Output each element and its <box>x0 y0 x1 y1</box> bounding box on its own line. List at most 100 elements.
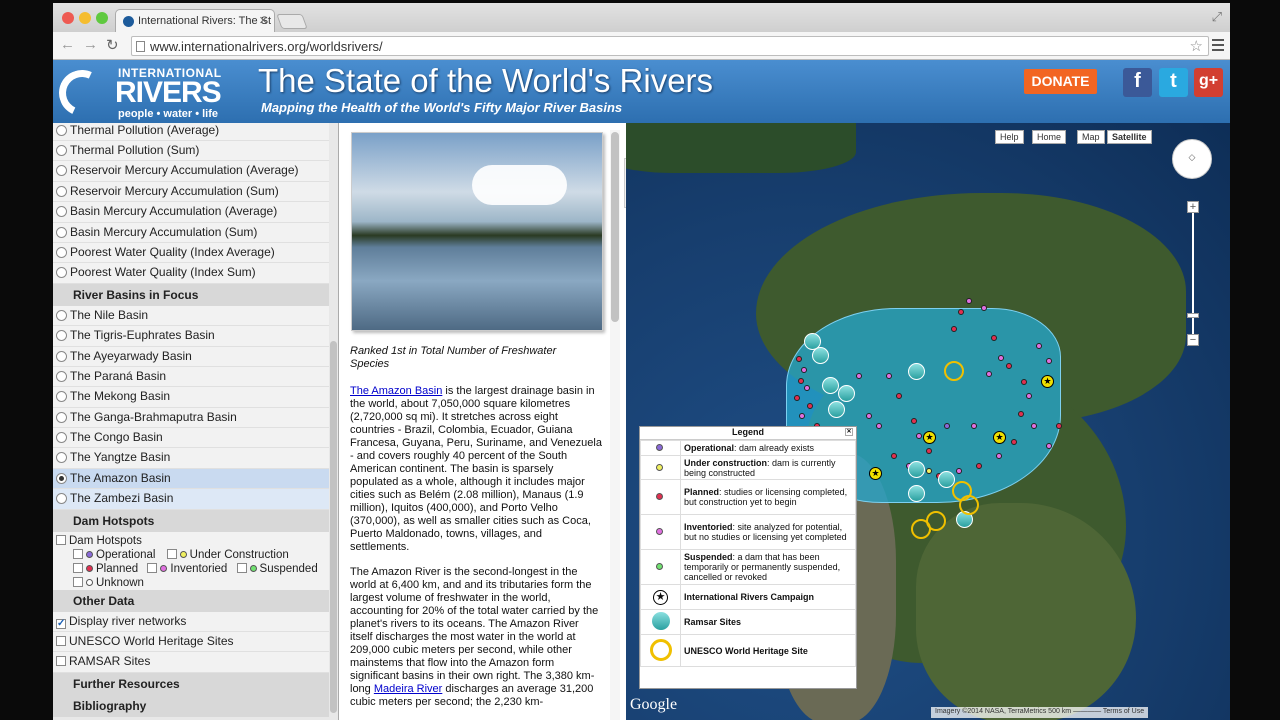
ramsar-site-marker[interactable] <box>828 401 845 418</box>
dam-marker[interactable] <box>896 393 902 399</box>
dam-marker[interactable] <box>801 367 807 373</box>
chrome-menu-icon[interactable] <box>1212 39 1224 54</box>
map[interactable]: ★ ★ ★ ★ Help Home Map Satellite ◇ + − Legen… <box>626 123 1230 720</box>
basin-option[interactable]: The Mekong Basin <box>53 387 338 408</box>
madeira-river-link[interactable]: Madeira River <box>374 683 442 695</box>
indicator-radio[interactable] <box>56 267 67 279</box>
indicator-radio[interactable] <box>56 165 67 177</box>
basin-option[interactable]: The Amazon Basin <box>53 468 338 490</box>
dam-marker[interactable] <box>956 468 962 474</box>
indicator-radio[interactable] <box>56 125 67 136</box>
basin-radio[interactable] <box>56 493 67 505</box>
zoom-slider-knob[interactable] <box>1187 313 1199 318</box>
zoom-window-button[interactable] <box>96 12 108 24</box>
dam-marker[interactable] <box>799 413 805 419</box>
indicator-option[interactable]: Poorest Water Quality (Index Sum) <box>53 263 338 284</box>
dam-marker[interactable] <box>1046 443 1052 449</box>
dam-marker[interactable] <box>1036 343 1042 349</box>
forward-icon[interactable]: → <box>83 36 98 53</box>
dam-marker[interactable] <box>866 413 872 419</box>
basin-option[interactable]: The Paraná Basin <box>53 366 338 388</box>
close-tab-icon[interactable]: ✕ <box>259 14 268 27</box>
dam-marker[interactable] <box>891 453 897 459</box>
reload-icon[interactable]: ↻ <box>106 36 119 54</box>
basin-radio[interactable] <box>56 452 67 464</box>
facebook-icon[interactable]: f <box>1123 68 1152 97</box>
article-scroll-thumb[interactable] <box>611 132 619 322</box>
basin-option[interactable]: The Yangtze Basin <box>53 448 338 469</box>
suspended-checkbox[interactable] <box>236 562 247 573</box>
fullscreen-icon[interactable]: ⤢ <box>1212 9 1222 25</box>
map-type-satellite-button[interactable]: Satellite <box>1107 130 1152 144</box>
dam-marker[interactable] <box>998 355 1004 361</box>
new-tab-button[interactable] <box>276 14 308 29</box>
article-scrollbar[interactable] <box>610 130 620 720</box>
indicator-option[interactable]: Reservoir Mercury Accumulation (Sum) <box>53 181 338 203</box>
basin-option[interactable]: The Ganga-Brahmaputra Basin <box>53 407 338 429</box>
dam-marker[interactable] <box>1046 358 1052 364</box>
zoom-out-button[interactable]: − <box>1187 334 1199 346</box>
dam-marker[interactable] <box>1026 393 1032 399</box>
dam-marker[interactable] <box>804 385 810 391</box>
map-help-button[interactable]: Help <box>995 130 1024 144</box>
dam-marker[interactable] <box>911 418 917 424</box>
bookmark-star-icon[interactable]: ☆ <box>1190 37 1203 55</box>
unesco-site-marker[interactable] <box>944 361 964 381</box>
basin-option[interactable]: The Zambezi Basin <box>53 489 338 510</box>
ramsar-site-marker[interactable] <box>822 377 839 394</box>
dam-marker[interactable] <box>981 305 987 311</box>
unknown-checkbox[interactable] <box>73 576 83 587</box>
dam-marker[interactable] <box>986 371 992 377</box>
ramsar-site-marker[interactable] <box>908 363 925 380</box>
dam-marker[interactable] <box>1011 439 1017 445</box>
amazon-basin-link[interactable]: The Amazon Basin <box>350 385 442 397</box>
indicator-radio[interactable] <box>56 185 67 197</box>
under-construction-checkbox[interactable] <box>166 548 177 559</box>
dam-marker[interactable] <box>794 395 800 401</box>
indicator-option[interactable]: Thermal Pollution (Average) <box>53 123 338 141</box>
planned-checkbox[interactable] <box>73 562 83 573</box>
pan-control[interactable]: ◇ <box>1172 139 1212 179</box>
dam-marker[interactable] <box>856 373 862 379</box>
campaign-marker[interactable]: ★ <box>993 431 1006 444</box>
back-icon[interactable]: ← <box>60 36 75 53</box>
dam-marker[interactable] <box>926 448 932 454</box>
sidebar-scrollbar[interactable] <box>329 123 338 720</box>
close-window-button[interactable] <box>62 12 74 24</box>
indicator-option[interactable]: Thermal Pollution (Sum) <box>53 141 338 162</box>
ramsar-checkbox[interactable] <box>56 656 66 667</box>
dam-marker[interactable] <box>886 373 892 379</box>
basin-option[interactable]: The Congo Basin <box>53 428 338 449</box>
browser-tab[interactable]: International Rivers: The St ✕ <box>115 9 275 32</box>
basin-option[interactable]: The Nile Basin <box>53 305 338 327</box>
dam-marker[interactable] <box>951 326 957 332</box>
dam-marker[interactable] <box>796 356 802 362</box>
dam-marker[interactable] <box>807 403 813 409</box>
basin-radio[interactable] <box>56 391 67 403</box>
basin-radio[interactable] <box>56 472 67 484</box>
dam-marker[interactable] <box>916 433 922 439</box>
dam-marker[interactable] <box>971 423 977 429</box>
dam-marker[interactable] <box>926 468 932 474</box>
dam-marker[interactable] <box>798 378 804 384</box>
basin-radio[interactable] <box>56 370 67 382</box>
dam-marker[interactable] <box>976 463 982 469</box>
unesco-checkbox[interactable] <box>56 636 66 647</box>
donate-button[interactable]: DONATE <box>1024 69 1097 94</box>
map-type-map-button[interactable]: Map <box>1077 130 1105 144</box>
basin-option[interactable]: The Tigris-Euphrates Basin <box>53 326 338 347</box>
ramsar-option[interactable]: RAMSAR Sites <box>53 652 338 673</box>
minimize-window-button[interactable] <box>79 12 91 24</box>
bibliography-link[interactable]: Bibliography <box>53 694 338 717</box>
river-networks-option[interactable]: ✓ Display river networks <box>53 611 338 633</box>
basin-radio[interactable] <box>56 432 67 444</box>
dam-marker[interactable] <box>1031 423 1037 429</box>
indicator-option[interactable]: Poorest Water Quality (Index Average) <box>53 242 338 264</box>
indicator-radio[interactable] <box>56 246 67 258</box>
basin-option[interactable]: The Ayeyarwady Basin <box>53 346 338 367</box>
indicator-option[interactable]: Reservoir Mercury Accumulation (Average) <box>53 161 338 182</box>
dam-marker[interactable] <box>1006 363 1012 369</box>
operational-checkbox[interactable] <box>73 548 83 559</box>
indicator-option[interactable]: Basin Mercury Accumulation (Sum) <box>53 222 338 243</box>
twitter-icon[interactable]: t <box>1159 68 1188 97</box>
